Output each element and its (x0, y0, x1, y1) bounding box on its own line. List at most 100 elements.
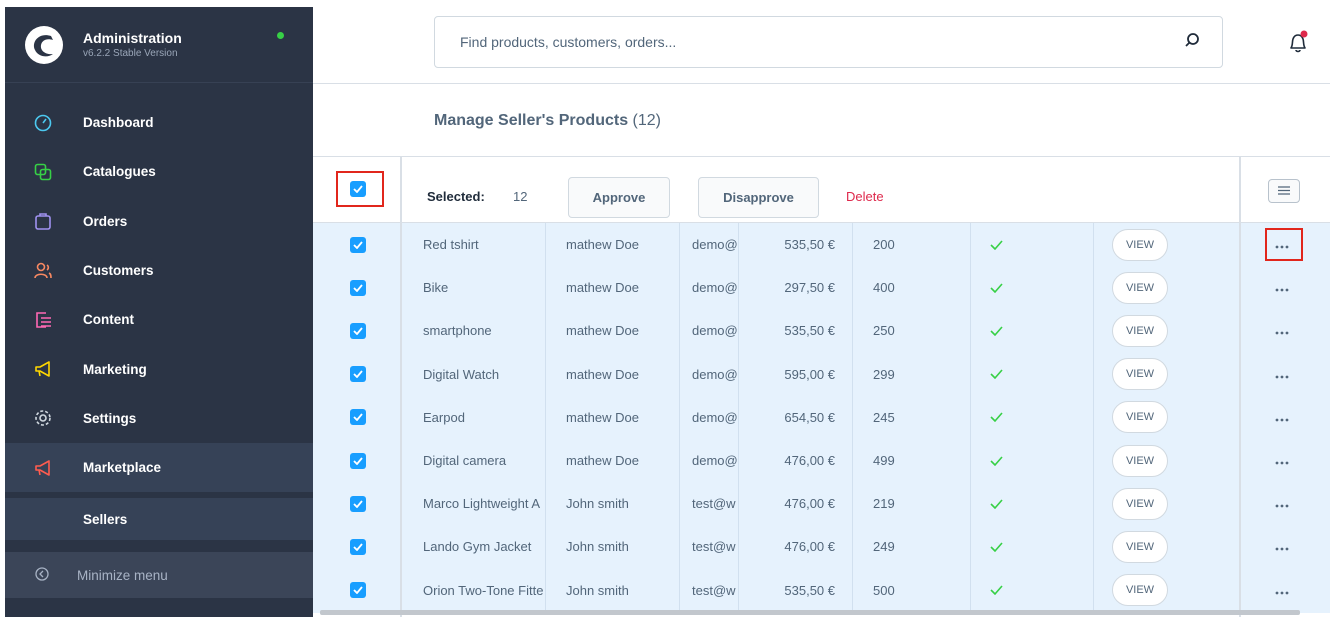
view-cell: VIEW (1112, 266, 1172, 309)
dashboard-gauge-icon (33, 113, 53, 133)
catalogues-icon (33, 162, 53, 182)
checkbox-checked-icon (350, 409, 366, 426)
view-button[interactable]: VIEW (1112, 228, 1168, 261)
row-checkbox[interactable] (350, 482, 370, 525)
table-row[interactable]: Orion Two-Tone Fitte John smith test@w 535,… (313, 569, 1330, 612)
nav-item-content[interactable]: Content (5, 295, 313, 344)
row-checkbox[interactable] (350, 396, 370, 439)
more-horizontal-icon (1275, 367, 1289, 382)
price-cell: 297,50 € (784, 280, 835, 296)
view-button[interactable]: VIEW (1112, 401, 1168, 434)
approve-button[interactable]: Approve (568, 177, 670, 218)
row-context-menu-button[interactable] (1275, 569, 1295, 612)
view-button[interactable]: VIEW (1112, 574, 1168, 607)
chevron-left-circle-icon (35, 566, 49, 584)
product-name-cell: Bike (423, 280, 449, 296)
sub-nav-item-sellers[interactable]: Sellers (5, 498, 313, 540)
view-button[interactable]: VIEW (1112, 314, 1168, 347)
nav-item-customers[interactable]: Customers (5, 246, 313, 295)
seller-name-cell: mathew Doe (566, 237, 639, 253)
main-nav: Dashboard Catalogues Orders Customers Co… (5, 98, 313, 493)
nav-item-settings[interactable]: Settings (5, 394, 313, 443)
price-cell: 535,50 € (784, 237, 835, 253)
row-context-menu-button[interactable] (1275, 396, 1295, 439)
nav-item-dashboard[interactable]: Dashboard (5, 98, 313, 147)
row-checkbox[interactable] (350, 525, 370, 568)
view-button[interactable]: VIEW (1112, 358, 1168, 391)
seller-name-cell: mathew Doe (566, 366, 639, 382)
row-checkbox[interactable] (350, 309, 370, 352)
bulk-actions-bar: Selected: 12 Approve Disapprove Delete (313, 157, 1330, 223)
view-button[interactable]: VIEW (1112, 530, 1168, 563)
checkbox-checked-icon (350, 538, 366, 555)
row-checkbox[interactable] (350, 569, 370, 612)
view-cell: VIEW (1112, 223, 1172, 266)
row-context-menu-button[interactable] (1275, 439, 1295, 482)
price-cell: 476,00 € (784, 539, 835, 555)
stock-cell: 200 (873, 237, 895, 253)
view-button[interactable]: VIEW (1112, 487, 1168, 520)
nav-item-catalogues[interactable]: Catalogues (5, 147, 313, 196)
app-version: v6.2.2 Stable Version (83, 48, 178, 59)
table-row[interactable]: Digital Watch mathew Doe demo@ 595,00 € 299 V… (313, 353, 1330, 396)
checkbox-checked-icon (350, 279, 366, 296)
view-button[interactable]: VIEW (1112, 271, 1168, 304)
row-checkbox[interactable] (350, 266, 370, 309)
row-checkbox[interactable] (350, 223, 370, 266)
row-checkbox[interactable] (350, 353, 370, 396)
nav-label: Marketplace (83, 460, 162, 476)
top-header: Find products, customers, orders... (313, 0, 1330, 84)
seller-email-cell: demo@ (692, 453, 738, 469)
disapprove-button[interactable]: Disapprove (698, 177, 819, 218)
price-cell: 535,50 € (784, 323, 835, 339)
nav-item-orders[interactable]: Orders (5, 197, 313, 246)
seller-name-cell: mathew Doe (566, 453, 639, 469)
minimize-menu-button[interactable]: Minimize menu (5, 552, 313, 598)
row-container: Red tshirt mathew Doe demo@ 535,50 € 200 VIEW… (313, 223, 1330, 613)
table-row[interactable]: Red tshirt mathew Doe demo@ 535,50 € 200 VIEW (313, 223, 1330, 266)
view-cell: VIEW (1112, 439, 1172, 482)
search-input[interactable]: Find products, customers, orders... (434, 16, 1223, 68)
shopware-logo-icon (25, 25, 63, 64)
search-icon[interactable] (1184, 32, 1200, 51)
row-context-menu-button[interactable] (1275, 266, 1295, 309)
seller-email-cell: test@w (692, 496, 736, 512)
seller-email-cell: demo@ (692, 280, 738, 296)
table-row[interactable]: Marco Lightweight A John smith test@w 476,0… (313, 482, 1330, 525)
row-checkbox[interactable] (350, 439, 370, 482)
stock-cell: 499 (873, 453, 895, 469)
seller-email-cell: demo@ (692, 323, 738, 339)
row-context-menu-button[interactable] (1275, 309, 1295, 352)
table-row[interactable]: smartphone mathew Doe demo@ 535,50 € 250 VIEW (313, 309, 1330, 352)
stock-cell: 250 (873, 323, 895, 339)
notification-bell-icon[interactable] (1287, 30, 1309, 59)
stock-cell: 249 (873, 539, 895, 555)
brand[interactable]: Administration v6.2.2 Stable Version (5, 7, 313, 83)
row-context-menu-button[interactable] (1275, 353, 1295, 396)
nav-label: Catalogues (83, 164, 156, 180)
price-cell: 535,50 € (784, 582, 835, 598)
table-row[interactable]: Digital camera mathew Doe demo@ 476,00 € 499… (313, 439, 1330, 482)
customers-icon (33, 261, 53, 281)
seller-email-cell: demo@ (692, 366, 738, 382)
active-checkmark-icon (990, 482, 1010, 525)
product-name-cell: smartphone (423, 323, 492, 339)
product-name-cell: Digital camera (423, 453, 507, 469)
table-row[interactable]: Earpod mathew Doe demo@ 654,50 € 245 VIEW (313, 396, 1330, 439)
row-context-menu-button[interactable] (1275, 525, 1295, 568)
delete-link[interactable]: Delete (846, 189, 884, 204)
nav-label: Content (83, 312, 134, 328)
nav-label: Settings (83, 410, 137, 426)
horizontal-scrollbar[interactable] (320, 610, 1300, 615)
nav-item-marketing[interactable]: Marketing (5, 344, 313, 393)
view-cell: VIEW (1112, 569, 1172, 612)
seller-name-cell: John smith (566, 582, 629, 598)
nav-item-marketplace[interactable]: Marketplace (5, 443, 313, 493)
view-button[interactable]: VIEW (1112, 444, 1168, 477)
table-row[interactable]: Lando Gym Jacket John smith test@w 476,00 €… (313, 525, 1330, 568)
view-cell: VIEW (1112, 353, 1172, 396)
row-context-menu-button[interactable] (1275, 482, 1295, 525)
table-row[interactable]: Bike mathew Doe demo@ 297,50 € 400 VIEW (313, 266, 1330, 309)
view-cell: VIEW (1112, 525, 1172, 568)
checkbox-checked-icon (350, 452, 366, 469)
